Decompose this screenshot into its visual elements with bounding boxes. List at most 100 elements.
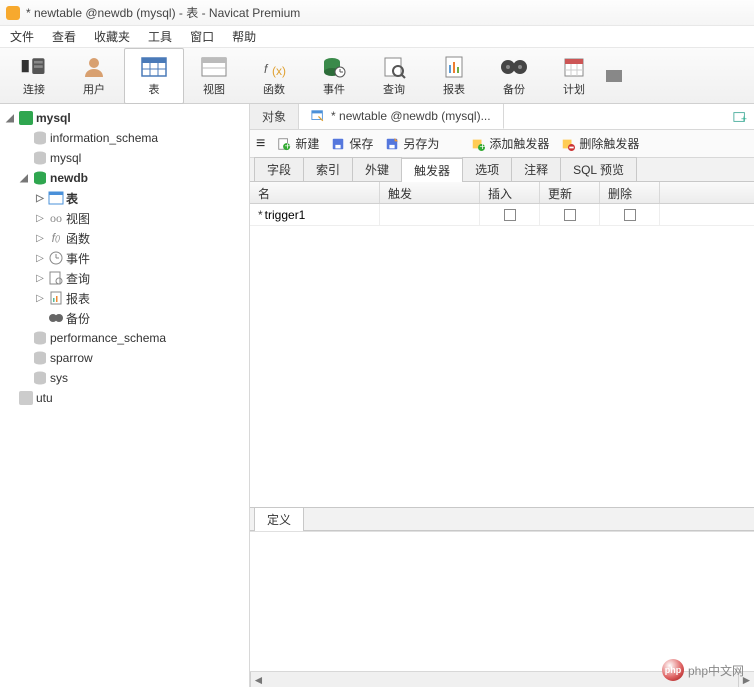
tree-newdb-report[interactable]: ▷ 报表 bbox=[0, 288, 249, 308]
menu-button[interactable]: ≡ bbox=[256, 135, 265, 153]
toolbar-table[interactable]: 表 bbox=[124, 48, 184, 104]
new-tab-button[interactable]: + bbox=[726, 104, 754, 129]
toolbar-schedule[interactable]: 计划 bbox=[544, 48, 604, 104]
subtab-sql[interactable]: SQL 预览 bbox=[560, 157, 637, 181]
tree-newdb-event[interactable]: ▷ 事件 bbox=[0, 248, 249, 268]
toolbar-function[interactable]: f(x) 函数 bbox=[244, 48, 304, 104]
toolbar-more[interactable] bbox=[604, 48, 624, 104]
trigger-grid[interactable]: 名 触发 插入 更新 删除 *trigger1 bbox=[250, 182, 754, 226]
col-insert[interactable]: 插入 bbox=[480, 182, 540, 203]
tab-editor[interactable]: * newtable @newdb (mysql)... bbox=[299, 104, 504, 129]
expand-icon[interactable]: ▷ bbox=[34, 253, 46, 264]
object-tabs: 对象 * newtable @newdb (mysql)... + bbox=[250, 104, 754, 130]
cell-trigger[interactable] bbox=[380, 204, 480, 225]
col-delete[interactable]: 删除 bbox=[600, 182, 660, 203]
expand-icon[interactable]: ▷ bbox=[34, 213, 46, 224]
event-icon bbox=[48, 250, 64, 266]
expand-icon[interactable]: ▷ bbox=[34, 293, 46, 304]
svg-text:(x): (x) bbox=[272, 64, 286, 78]
menu-tools[interactable]: 工具 bbox=[148, 28, 172, 45]
tree-db-sparrow[interactable]: sparrow bbox=[0, 348, 249, 368]
toolbar-query[interactable]: 查询 bbox=[364, 48, 424, 104]
expand-icon[interactable]: ▷ bbox=[34, 273, 46, 284]
cell-insert[interactable] bbox=[480, 204, 540, 225]
toolbar-user[interactable]: 用户 bbox=[64, 48, 124, 104]
subtab-fk[interactable]: 外键 bbox=[352, 157, 402, 181]
col-update[interactable]: 更新 bbox=[540, 182, 600, 203]
subtab-comment[interactable]: 注释 bbox=[511, 157, 561, 181]
grid-header: 名 触发 插入 更新 删除 bbox=[250, 182, 754, 204]
toolbar-event[interactable]: 事件 bbox=[304, 48, 364, 104]
menu-fav[interactable]: 收藏夹 bbox=[94, 28, 130, 45]
connection-tree[interactable]: ◢ mysql information_schema mysql ◢ newdb… bbox=[0, 104, 250, 687]
svg-text:+: + bbox=[285, 140, 291, 151]
cell-name[interactable]: *trigger1 bbox=[250, 204, 380, 225]
table-edit-icon bbox=[311, 109, 325, 123]
save-button[interactable]: 保存 bbox=[331, 135, 373, 152]
subtab-index[interactable]: 索引 bbox=[303, 157, 353, 181]
col-trigger[interactable]: 触发 bbox=[380, 182, 480, 203]
tree-db-performance-schema[interactable]: performance_schema bbox=[0, 328, 249, 348]
toolbar-connect[interactable]: 连接 bbox=[4, 48, 64, 104]
tree-db-sys[interactable]: sys bbox=[0, 368, 249, 388]
toolbar-report[interactable]: 报表 bbox=[424, 48, 484, 104]
tree-connection-mysql[interactable]: ◢ mysql bbox=[0, 108, 249, 128]
checkbox[interactable] bbox=[564, 209, 576, 221]
toolbar-view[interactable]: 视图 bbox=[184, 48, 244, 104]
new-icon: + bbox=[277, 137, 291, 151]
tree-newdb-query[interactable]: ▷ 查询 bbox=[0, 268, 249, 288]
tree-newdb-table[interactable]: ▷ 表 bbox=[0, 188, 249, 208]
definition-editor[interactable] bbox=[250, 531, 754, 671]
report-icon bbox=[440, 55, 468, 79]
save-icon bbox=[331, 137, 345, 151]
tree-db-newdb[interactable]: ◢ newdb bbox=[0, 168, 249, 188]
saveas-button[interactable]: 另存为 bbox=[385, 135, 439, 152]
editor-toolbar: ≡ + 新建 保存 另存为 + 添加触发器 删除触发器 bbox=[250, 130, 754, 158]
tree-db-information-schema[interactable]: information_schema bbox=[0, 128, 249, 148]
database-icon bbox=[32, 170, 48, 186]
editor-sub-tabs: 字段 索引 外键 触发器 选项 注释 SQL 预览 bbox=[250, 158, 754, 182]
plus-icon: + bbox=[733, 110, 747, 124]
menu-file[interactable]: 文件 bbox=[10, 28, 34, 45]
subtab-fields[interactable]: 字段 bbox=[254, 157, 304, 181]
menu-view[interactable]: 查看 bbox=[52, 28, 76, 45]
col-name[interactable]: 名 bbox=[250, 182, 380, 203]
grid-blank-area[interactable] bbox=[250, 226, 754, 507]
cell-delete[interactable] bbox=[600, 204, 660, 225]
subtab-trigger[interactable]: 触发器 bbox=[401, 158, 463, 182]
user-icon bbox=[80, 55, 108, 79]
grid-row[interactable]: *trigger1 bbox=[250, 204, 754, 226]
svg-text:f: f bbox=[264, 62, 269, 76]
tree-connection-utu[interactable]: utu bbox=[0, 388, 249, 408]
cell-update[interactable] bbox=[540, 204, 600, 225]
tree-newdb-view[interactable]: ▷ oo 视图 bbox=[0, 208, 249, 228]
expand-icon[interactable]: ▷ bbox=[34, 233, 46, 244]
collapse-icon[interactable]: ◢ bbox=[18, 173, 30, 184]
collapse-icon[interactable]: ◢ bbox=[4, 113, 16, 124]
menu-help[interactable]: 帮助 bbox=[232, 28, 256, 45]
checkbox[interactable] bbox=[624, 209, 636, 221]
bottomtab-definition[interactable]: 定义 bbox=[254, 507, 304, 531]
tab-objects[interactable]: 对象 bbox=[250, 104, 299, 129]
watermark: php php中文网 bbox=[662, 659, 744, 681]
tree-newdb-function[interactable]: ▷ f() 函数 bbox=[0, 228, 249, 248]
database-icon bbox=[32, 350, 48, 366]
content-pane: 对象 * newtable @newdb (mysql)... + ≡ + 新建… bbox=[250, 104, 754, 687]
menu-window[interactable]: 窗口 bbox=[190, 28, 214, 45]
delete-trigger-button[interactable]: 删除触发器 bbox=[561, 135, 639, 152]
expand-icon[interactable]: ▷ bbox=[34, 193, 46, 204]
toolbar-backup[interactable]: 备份 bbox=[484, 48, 544, 104]
tree-db-mysql[interactable]: mysql bbox=[0, 148, 249, 168]
new-button[interactable]: + 新建 bbox=[277, 135, 319, 152]
tree-newdb-backup[interactable]: 备份 bbox=[0, 308, 249, 328]
php-logo-icon: php bbox=[662, 659, 684, 681]
table-icon bbox=[140, 55, 168, 79]
scroll-left-icon[interactable]: ◄ bbox=[250, 672, 266, 687]
function-icon: f(x) bbox=[260, 55, 288, 79]
app-icon bbox=[6, 6, 20, 20]
add-trigger-button[interactable]: + 添加触发器 bbox=[471, 135, 549, 152]
svg-text:+: + bbox=[480, 141, 486, 151]
subtab-options[interactable]: 选项 bbox=[462, 157, 512, 181]
checkbox[interactable] bbox=[504, 209, 516, 221]
svg-text:+: + bbox=[741, 113, 747, 124]
